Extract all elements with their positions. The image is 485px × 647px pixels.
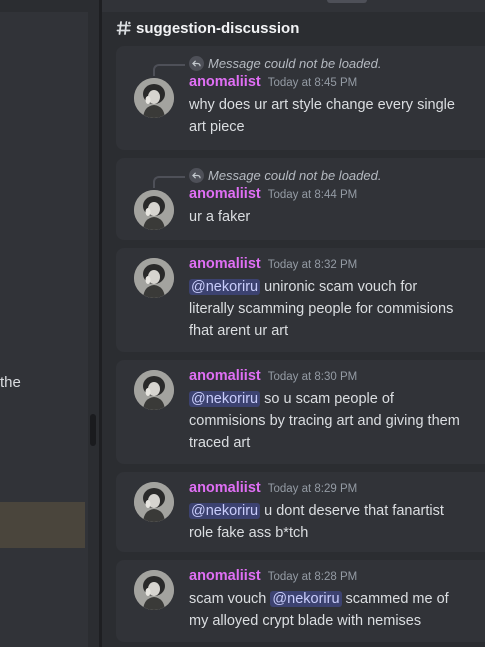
author-name[interactable]: anomaliist [189, 568, 261, 584]
reply-reference[interactable]: Message could not be loaded. [189, 54, 485, 72]
background-chat-pane: the [0, 0, 90, 647]
message-card[interactable]: Message could not be loaded. anomaliist … [116, 46, 485, 150]
message-meta: anomaliist Today at 8:29 PM [189, 480, 485, 500]
timestamp: Today at 8:44 PM [267, 189, 358, 201]
message-card[interactable]: anomaliist Today at 8:30 PM @nekoriru so… [116, 360, 485, 464]
user-mention[interactable]: @nekoriru [189, 279, 261, 295]
message-card[interactable]: anomaliist Today at 8:29 PM @nekoriru u … [116, 472, 485, 552]
reply-spine [153, 64, 185, 76]
message-meta: anomaliist Today at 8:45 PM [189, 74, 485, 94]
message-meta: anomaliist Today at 8:32 PM [189, 256, 485, 276]
message-text: @nekoriru unironic scam vouch for literal… [189, 276, 485, 342]
author-name[interactable]: anomaliist [189, 74, 261, 90]
message-line: why does ur art style change every singl… [189, 97, 455, 113]
highlighted-message-row[interactable] [0, 502, 85, 548]
channel-name: suggestion-discussion [136, 19, 300, 37]
avatar[interactable] [134, 370, 174, 410]
message-text: why does ur art style change every singl… [189, 94, 485, 138]
reply-text: Message could not be loaded. [208, 55, 382, 71]
message-line: u dont deserve that fanartist [260, 503, 444, 519]
message-line: unironic scam vouch for [260, 279, 418, 295]
avatar[interactable] [134, 482, 174, 522]
avatar[interactable] [134, 190, 174, 230]
scrollbar-thumb[interactable] [90, 414, 96, 446]
reply-icon [189, 167, 204, 183]
user-mention[interactable]: @nekoriru [189, 503, 261, 519]
message-line: traced art [189, 435, 251, 451]
reply-icon [189, 55, 204, 71]
message-line: so u scam people of [260, 391, 394, 407]
author-name[interactable]: anomaliist [189, 256, 261, 272]
message-text: ur a faker [189, 206, 485, 228]
panel-top-nub [327, 0, 367, 3]
message-text: scam vouch @nekoriru scammed me of my all… [189, 588, 485, 632]
message-text: @nekoriru u dont deserve that fanartist r… [189, 500, 485, 544]
timestamp: Today at 8:28 PM [267, 571, 358, 583]
message-meta: anomaliist Today at 8:30 PM [189, 368, 485, 388]
message-line: fhat arent ur art [189, 323, 289, 339]
user-mention[interactable]: @nekoriru [270, 591, 342, 607]
author-name[interactable]: anomaliist [189, 368, 261, 384]
timestamp: Today at 8:32 PM [267, 259, 358, 271]
message-card[interactable]: anomaliist Today at 8:32 PM @nekoriru un… [116, 248, 485, 352]
top-strip [0, 0, 90, 12]
message-card[interactable]: anomaliist Today at 8:28 PM scam vouch @… [116, 560, 485, 642]
message-results-panel: suggestion-discussion Message could not … [102, 0, 485, 647]
panel-top-edge [102, 0, 485, 12]
avatar[interactable] [134, 570, 174, 610]
message-list: Message could not be loaded. anomaliist … [116, 46, 485, 647]
message-line: role fake ass b*tch [189, 525, 309, 541]
message-line: commisions by tracing art and giving the… [189, 413, 460, 429]
reply-reference[interactable]: Message could not be loaded. [189, 166, 485, 184]
author-name[interactable]: anomaliist [189, 186, 261, 202]
reply-text: Message could not be loaded. [208, 167, 382, 183]
avatar[interactable] [134, 78, 174, 118]
discord-window: the suggestion-discussion Message could … [0, 0, 485, 647]
message-line: my alloyed crypt blade with nemises [189, 613, 422, 629]
timestamp: Today at 8:45 PM [267, 77, 358, 89]
reply-spine [153, 176, 185, 188]
partial-message-text: the [0, 374, 21, 391]
message-text: @nekoriru so u scam people of commisions … [189, 388, 485, 454]
message-line: literally scamming people for commisions [189, 301, 454, 317]
avatar[interactable] [134, 258, 174, 298]
message-meta: anomaliist Today at 8:44 PM [189, 186, 485, 206]
message-line: ur a faker [189, 209, 251, 225]
timestamp: Today at 8:30 PM [267, 371, 358, 383]
message-meta: anomaliist Today at 8:28 PM [189, 568, 485, 588]
author-name[interactable]: anomaliist [189, 480, 261, 496]
message-card[interactable]: Message could not be loaded. anomaliist … [116, 158, 485, 240]
message-line: scam vouch [189, 591, 271, 607]
user-mention[interactable]: @nekoriru [189, 391, 261, 407]
message-line: scammed me of [341, 591, 449, 607]
hash-thread-icon [116, 20, 132, 36]
timestamp: Today at 8:29 PM [267, 483, 358, 495]
channel-header[interactable]: suggestion-discussion [116, 17, 299, 39]
message-line: art piece [189, 119, 245, 135]
